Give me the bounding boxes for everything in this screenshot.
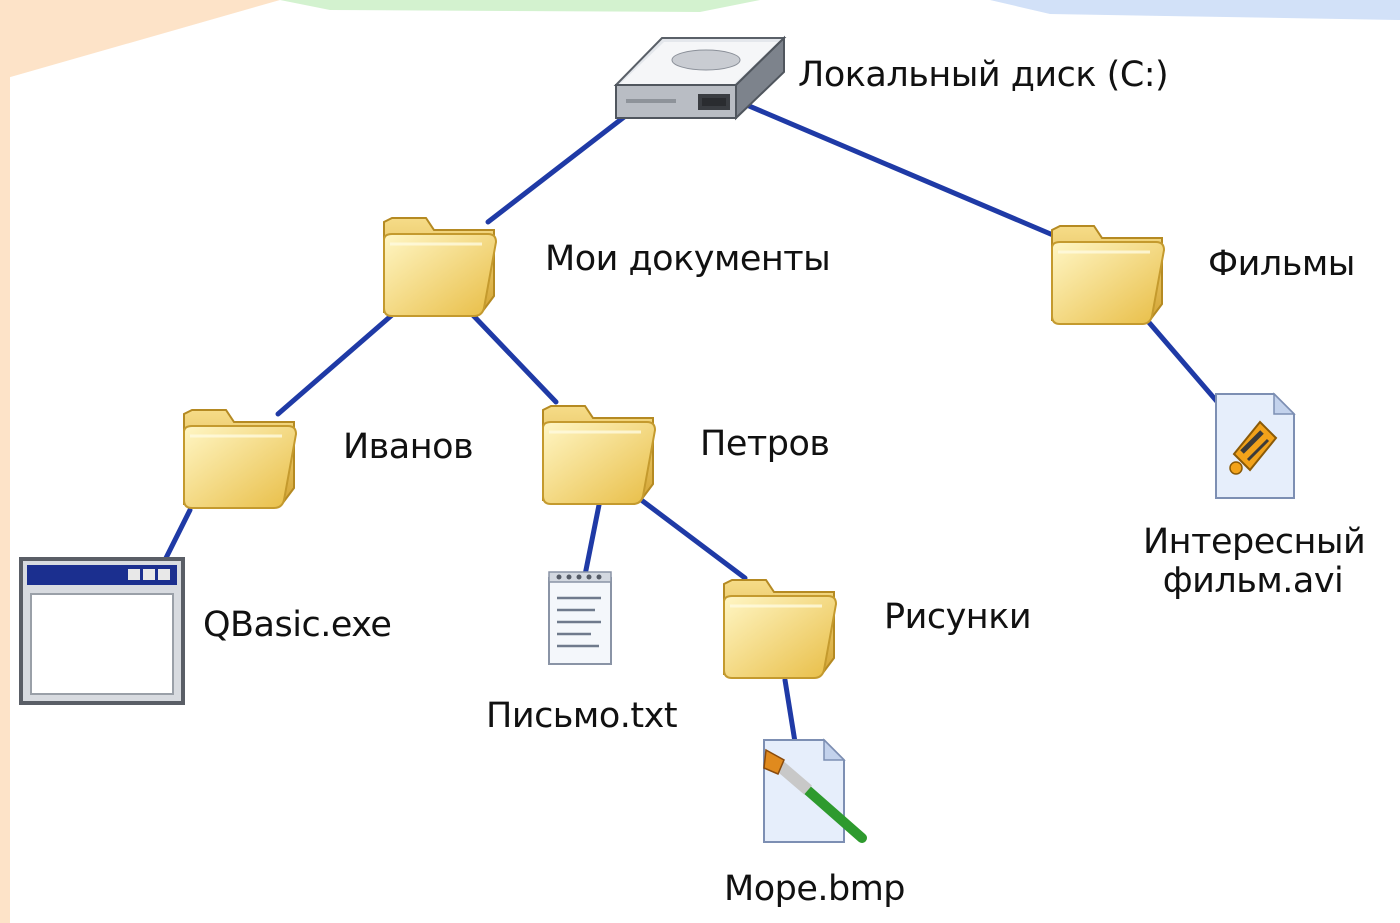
folder-icon: [1046, 208, 1168, 330]
label-moi-dokumenty: Мои документы: [545, 239, 831, 279]
hard-drive-icon: [613, 35, 787, 121]
folder-icon: [718, 562, 840, 684]
label-filmy: Фильмы: [1208, 244, 1355, 284]
image-file-icon: [763, 738, 867, 843]
label-pismo: Письмо.txt: [486, 696, 678, 736]
text-document-icon: [548, 571, 612, 665]
label-film: Интересный фильм.avi: [1132, 523, 1374, 600]
label-more: Море.bmp: [724, 869, 906, 909]
folder-icon: [178, 392, 300, 514]
label-risunki: Рисунки: [884, 597, 1032, 637]
label-film-text: Интересный фильм.avi: [1143, 522, 1366, 601]
folder-icon: [378, 200, 500, 322]
label-qbasic: QBasic.exe: [203, 605, 392, 645]
label-drive: Локальный диск (C:): [798, 55, 1169, 95]
video-file-icon: [1215, 392, 1296, 499]
connector-petrov-pismo: [582, 497, 603, 578]
application-window-icon: [19, 557, 185, 705]
folder-icon: [537, 388, 659, 510]
label-ivanov: Иванов: [343, 427, 474, 467]
file-tree-diagram: Локальный диск (C:) Мои документы Фильмы…: [0, 0, 1400, 923]
label-petrov: Петров: [700, 424, 830, 464]
connector-ivanov-qbasic: [161, 507, 193, 565]
connector-risunki-more: [782, 677, 798, 745]
